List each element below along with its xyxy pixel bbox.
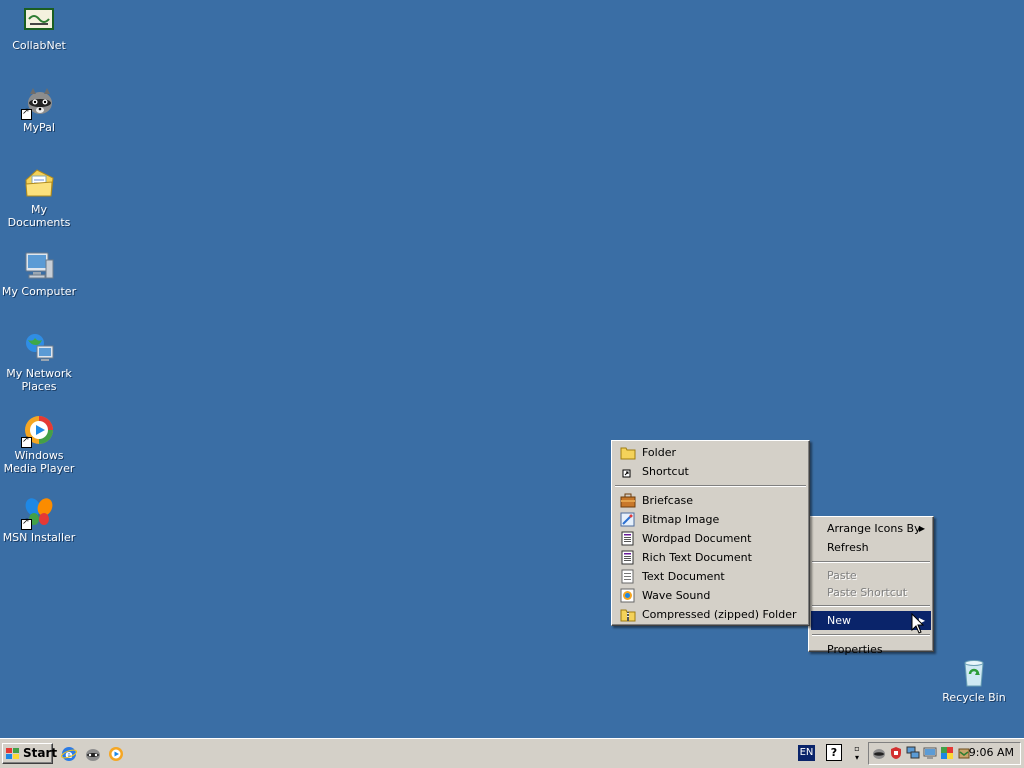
- rich-text-icon: [620, 550, 636, 565]
- desktop-icon-network-places[interactable]: My Network Places: [0, 332, 78, 393]
- shortcut-arrow-icon: [21, 435, 32, 448]
- desktop-icon-label: MSN Installer: [2, 531, 76, 544]
- shortcut-arrow-icon: [21, 107, 32, 120]
- menu-item-properties[interactable]: Properties: [811, 640, 931, 659]
- menu-item-label: Properties: [827, 643, 883, 656]
- desktop-icon-label: CollabNet: [12, 39, 66, 52]
- msn-butterfly-icon: [21, 496, 55, 530]
- desktop-icon-recycle-bin[interactable]: Recycle Bin: [935, 656, 1013, 704]
- collabnet-icon: [23, 4, 55, 36]
- media-player-icon: [21, 414, 55, 448]
- desktop-icon-collabnet[interactable]: CollabNet: [0, 4, 78, 52]
- language-indicator[interactable]: EN: [798, 745, 815, 761]
- new-submenu: Folder Shortcut Briefcase Bitmap Image W…: [611, 440, 810, 626]
- submenu-arrow-icon: ▶: [918, 524, 925, 533]
- menu-item-label: Folder: [642, 446, 676, 459]
- desktop-icon-label: Windows Media Player: [3, 449, 75, 475]
- windows-flag-icon: [6, 747, 20, 759]
- menu-item-label: Compressed (zipped) Folder: [642, 608, 797, 621]
- menu-item-arrange-icons-by[interactable]: Arrange Icons By ▶: [811, 519, 931, 538]
- start-label: Start: [23, 746, 58, 760]
- menu-item-label: Arrange Icons By: [827, 522, 921, 535]
- desktop-icon-label: My Documents: [7, 203, 71, 229]
- desktop-icon-label: My Network Places: [6, 367, 72, 393]
- desktop-icon-my-documents[interactable]: My Documents: [0, 168, 78, 229]
- start-button[interactable]: Start: [2, 743, 57, 764]
- menu-item-label: Text Document: [642, 570, 725, 583]
- bitmap-icon: [620, 512, 636, 527]
- desktop-icon-media-player[interactable]: Windows Media Player: [0, 414, 78, 475]
- mypal-icon[interactable]: [85, 746, 101, 762]
- new-item-folder[interactable]: Folder: [614, 443, 807, 462]
- taskbar: Start e EN ? ▫ ▾ 9:06 AM: [0, 738, 1024, 768]
- my-computer-icon: [23, 250, 55, 282]
- menu-separator: [812, 605, 930, 607]
- network-icon[interactable]: [906, 746, 920, 760]
- menu-item-label: Rich Text Document: [642, 551, 752, 564]
- desktop-icon-my-computer[interactable]: My Computer: [0, 250, 78, 298]
- wordpad-icon: [620, 531, 636, 546]
- menu-item-label: Paste Shortcut: [827, 586, 908, 599]
- help-icon[interactable]: ?: [826, 744, 842, 761]
- mouse-cursor-icon: [911, 613, 925, 634]
- computer-icon[interactable]: [923, 746, 937, 760]
- tray-mypal-icon[interactable]: [872, 746, 886, 760]
- menu-item-label: Paste: [827, 569, 857, 582]
- menu-item-label: Refresh: [827, 541, 869, 554]
- briefcase-icon: [620, 493, 636, 508]
- network-places-icon: [23, 332, 55, 364]
- zip-folder-icon: [620, 607, 636, 622]
- menu-separator: [812, 561, 930, 563]
- toolbar-expand-icon[interactable]: ▫ ▾: [851, 744, 863, 762]
- shortcut-arrow-icon: [21, 517, 32, 530]
- new-item-bitmap-image[interactable]: Bitmap Image: [614, 510, 807, 529]
- new-item-rich-text-document[interactable]: Rich Text Document: [614, 548, 807, 567]
- menu-item-label: Bitmap Image: [642, 513, 720, 526]
- new-item-shortcut[interactable]: Shortcut: [614, 462, 807, 481]
- system-tray: 9:06 AM: [868, 742, 1021, 765]
- new-item-wave-sound[interactable]: Wave Sound: [614, 586, 807, 605]
- menu-item-label: Shortcut: [642, 465, 689, 478]
- raccoon-icon: [21, 86, 55, 120]
- new-item-briefcase[interactable]: Briefcase: [614, 491, 807, 510]
- shield-icon[interactable]: [889, 746, 903, 760]
- new-item-wordpad-document[interactable]: Wordpad Document: [614, 529, 807, 548]
- menu-item-refresh[interactable]: Refresh: [811, 538, 931, 557]
- desktop-icon-label: MyPal: [23, 121, 55, 134]
- internet-explorer-icon[interactable]: e: [60, 746, 78, 762]
- media-player-icon[interactable]: [108, 746, 124, 762]
- recycle-bin-icon: [958, 656, 990, 688]
- menu-separator: [615, 485, 806, 487]
- shortcut-icon: [620, 464, 636, 479]
- wave-sound-icon: [620, 588, 636, 603]
- menu-item-label: Wordpad Document: [642, 532, 752, 545]
- desktop-icon-label: Recycle Bin: [942, 691, 1006, 704]
- menu-item-paste-shortcut: Paste Shortcut: [811, 584, 931, 601]
- menu-item-label: Wave Sound: [642, 589, 711, 602]
- new-item-text-document[interactable]: Text Document: [614, 567, 807, 586]
- clock[interactable]: 9:06 AM: [969, 746, 1014, 759]
- desktop-icon-msn-installer[interactable]: MSN Installer: [0, 496, 78, 544]
- new-item-compressed-folder[interactable]: Compressed (zipped) Folder: [614, 605, 807, 624]
- text-document-icon: [620, 569, 636, 584]
- puzzle-icon[interactable]: [940, 746, 954, 760]
- folder-icon: [620, 445, 636, 460]
- menu-item-label: Briefcase: [642, 494, 694, 507]
- my-documents-icon: [23, 168, 55, 200]
- desktop-icon-mypal[interactable]: MyPal: [0, 86, 78, 134]
- menu-item-label: New: [827, 614, 851, 627]
- desktop-icon-label: My Computer: [1, 285, 77, 298]
- menu-item-paste: Paste: [811, 567, 931, 584]
